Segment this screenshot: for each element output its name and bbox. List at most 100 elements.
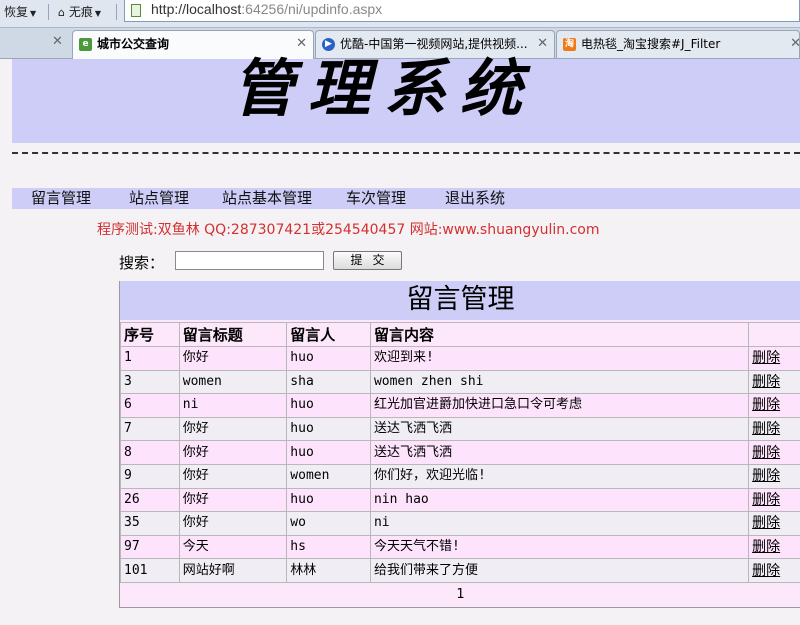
table-row: 3 women sha women zhen shi 删除 (120, 369, 800, 395)
delete-link[interactable]: 删除 (752, 468, 780, 484)
cell-content: 今天天气不错! (369, 534, 750, 560)
delete-link[interactable]: 删除 (752, 421, 780, 437)
column-header-id: 序号 (120, 322, 180, 347)
cell-id: 1 (120, 346, 180, 371)
cell-actions: 删除 (748, 534, 800, 560)
nav-item-messages[interactable]: 留言管理 (31, 188, 91, 209)
column-header-author: 留言人 (286, 322, 371, 347)
browser-toolbar: 恢复 ▼ ⌂ 无痕 ▼ http://localhost:64256/ni/updi… (0, 0, 800, 28)
cell-actions: 删除 (748, 440, 800, 465)
cell-id: 35 (120, 511, 180, 536)
table-row: 8 你好 huo 送达飞洒飞洒 删除 (120, 440, 800, 465)
delete-link[interactable]: 删除 (752, 374, 780, 390)
close-icon[interactable]: ✕ (52, 34, 63, 49)
cell-content: ni (369, 511, 750, 536)
toolbar-divider (48, 4, 49, 20)
delete-link[interactable]: 删除 (752, 492, 780, 508)
cell-content: nin hao (369, 487, 750, 513)
restore-button[interactable]: 恢复 ▼ (0, 2, 40, 22)
delete-link[interactable]: 删除 (752, 539, 780, 555)
cell-id: 9 (120, 463, 180, 489)
divider-line (12, 152, 800, 154)
cell-content: 红光加官进爵加快进口急口令可考虑 (369, 393, 750, 418)
grid-title: 留言管理 (120, 281, 800, 320)
tab-taobao[interactable]: 淘 电热毯_淘宝搜索#J_Filter ✕ (556, 30, 800, 58)
cell-id: 3 (120, 369, 180, 395)
cell-title: 你好 (178, 440, 288, 465)
cell-actions: 删除 (748, 463, 800, 489)
nav-item-station-basics[interactable]: 站点基本管理 (222, 188, 312, 209)
cell-id: 8 (120, 440, 180, 465)
taobao-icon: 淘 (563, 38, 576, 51)
table-row: 97 今天 hs 今天天气不错! 删除 (120, 534, 800, 560)
message-grid-panel: 留言管理 序号 留言标题 留言人 留言内容 1 你好 huo 欢迎到来! 删除 3 wome… (119, 281, 800, 608)
close-icon[interactable]: ✕ (790, 31, 799, 57)
cell-title: 你好 (178, 463, 288, 489)
cell-title: ni (178, 393, 288, 418)
pager-page-link[interactable]: 1 (456, 587, 464, 602)
page-icon (131, 4, 141, 17)
cell-actions: 删除 (748, 369, 800, 395)
delete-link[interactable]: 删除 (752, 563, 780, 579)
restore-label: 恢复 (4, 5, 29, 19)
cell-actions: 删除 (748, 511, 800, 536)
cell-content: 给我们带来了方便 (369, 558, 750, 583)
nav-item-logout[interactable]: 退出系统 (445, 188, 505, 209)
cell-content: 你们好，欢迎光临! (369, 463, 750, 489)
table-row: 101 网站好啊 林林 给我们带来了方便 删除 (120, 558, 800, 583)
chevron-down-icon: ▼ (94, 9, 101, 18)
nav-item-routes[interactable]: 车次管理 (346, 188, 406, 209)
toolbar-divider (116, 4, 117, 20)
cell-actions: 删除 (748, 346, 800, 371)
main-nav: 留言管理 站点管理 站点基本管理 车次管理 退出系统 (12, 188, 800, 209)
delete-link[interactable]: 删除 (752, 350, 780, 366)
pager: 1 (120, 587, 800, 603)
column-header-actions (748, 322, 800, 347)
cell-actions: 删除 (748, 393, 800, 418)
table-row: 6 ni huo 红光加官进爵加快进口急口令可考虑 删除 (120, 393, 800, 418)
cell-title: women (178, 369, 288, 395)
page-icon: e (79, 38, 92, 51)
table-row: 7 你好 huo 送达飞洒飞洒 删除 (120, 416, 800, 442)
cell-title: 你好 (178, 416, 288, 442)
cell-id: 7 (120, 416, 180, 442)
table-row: 9 你好 women 你们好，欢迎光临! 删除 (120, 463, 800, 489)
table-header-row: 序号 留言标题 留言人 留言内容 (120, 322, 800, 347)
cell-author: wo (286, 511, 371, 536)
tab-label: 电热毯_淘宝搜索#J_Filter (581, 37, 721, 51)
page-title: 管理系统 (232, 52, 537, 125)
column-header-content: 留言内容 (369, 322, 750, 347)
delete-link[interactable]: 删除 (752, 515, 780, 531)
search-input[interactable] (175, 251, 324, 270)
cell-author: huo (286, 440, 371, 465)
message-table: 序号 留言标题 留言人 留言内容 1 你好 huo 欢迎到来! 删除 3 women sha w… (120, 322, 800, 583)
cell-id: 97 (120, 534, 180, 560)
cell-content: 送达飞洒飞洒 (369, 416, 750, 442)
delete-link[interactable]: 删除 (752, 397, 780, 413)
table-row: 1 你好 huo 欢迎到来! 删除 (120, 346, 800, 371)
cell-title: 你好 (178, 346, 288, 371)
cell-actions: 删除 (748, 487, 800, 513)
play-icon: ▶ (322, 38, 335, 51)
nav-item-stations[interactable]: 站点管理 (129, 188, 189, 209)
cell-content: women zhen shi (369, 369, 750, 395)
traceless-button[interactable]: ⌂ 无痕 ▼ (54, 2, 105, 22)
url-text: http://localhost:64256/ni/updinfo.aspx (151, 1, 382, 17)
tab-label: 城市公交查询 (97, 37, 170, 51)
cell-author: huo (286, 416, 371, 442)
cell-title: 今天 (178, 534, 288, 560)
submit-button[interactable]: 提交 (333, 251, 402, 270)
cell-actions: 删除 (748, 558, 800, 583)
url-host: http://localhost (151, 1, 242, 17)
url-path: :64256/ni/updinfo.aspx (241, 1, 383, 17)
delete-link[interactable]: 删除 (752, 445, 780, 461)
credits-notice: 程序测试:双鱼林 QQ:287307421或254540457 网站:www.s… (97, 222, 600, 238)
cell-title: 网站好啊 (178, 558, 288, 583)
address-bar[interactable]: http://localhost:64256/ni/updinfo.aspx (124, 0, 800, 22)
cell-content: 送达飞洒飞洒 (369, 440, 750, 465)
cell-title: 你好 (178, 511, 288, 536)
table-row: 35 你好 wo ni 删除 (120, 511, 800, 536)
close-icon[interactable]: ✕ (537, 31, 548, 57)
cell-id: 26 (120, 487, 180, 513)
traceless-label: 无痕 (68, 5, 93, 19)
